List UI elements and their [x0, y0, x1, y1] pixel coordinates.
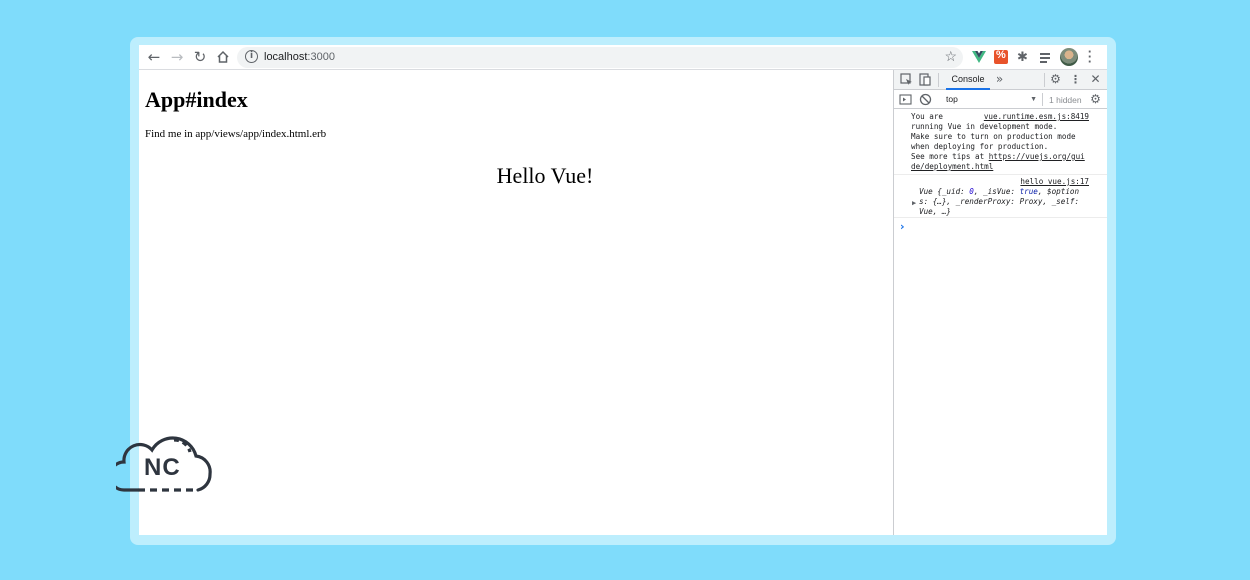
- back-icon[interactable]: ←: [146, 49, 162, 65]
- message-source-link[interactable]: vue.runtime.esm.js:8419: [984, 112, 1089, 122]
- clear-console-icon[interactable]: [919, 93, 932, 106]
- avatar[interactable]: [1060, 48, 1078, 66]
- address-bar[interactable]: i localhost:3000 ☆: [237, 47, 963, 68]
- separator: [938, 73, 939, 87]
- tab-console[interactable]: Console: [946, 70, 990, 90]
- context-selector[interactable]: top ▼: [938, 93, 1039, 106]
- message-source-link[interactable]: hello_vue.js:17: [1020, 177, 1089, 187]
- page-hint: Find me in app/views/app/index.html.erb: [145, 128, 327, 140]
- vue-devtools-icon[interactable]: [972, 50, 986, 64]
- devtools-tabbar: Console » ⚙ ⋮ ✕: [894, 70, 1107, 90]
- devtools-panel: Console » ⚙ ⋮ ✕ top ▼ 1 hidden ⚙ vue.run…: [893, 70, 1107, 535]
- url-text[interactable]: localhost:3000: [264, 51, 335, 63]
- hidden-count[interactable]: 1 hidden: [1049, 95, 1082, 105]
- console-prompt[interactable]: ›: [900, 220, 905, 233]
- chevron-down-icon: ▼: [1030, 96, 1037, 103]
- puzzle-icon[interactable]: ✱: [1017, 50, 1031, 64]
- browser-window: ← → ↻ i localhost:3000 ☆ ✱ ··· App#index…: [139, 45, 1107, 535]
- sidebar-toggle-icon[interactable]: [899, 93, 912, 106]
- extension-icon[interactable]: [994, 49, 1008, 64]
- nc-cloud-logo: NC: [108, 430, 214, 492]
- separator: [1042, 93, 1043, 106]
- console-settings-icon[interactable]: ⚙: [1089, 93, 1102, 106]
- forward-icon[interactable]: →: [169, 49, 185, 65]
- page-content: App#index Find me in app/views/app/index…: [139, 70, 893, 535]
- console-message: hello_vue.js:17 ▶ Vue {_uid: 0, _isVue: …: [894, 176, 1107, 218]
- docs-link-continued[interactable]: de/deployment.html: [911, 162, 993, 172]
- home-icon[interactable]: [215, 49, 231, 65]
- expand-triangle-icon[interactable]: ▶: [912, 198, 916, 208]
- logged-object[interactable]: Vue {_uid: 0, _isVue: true, $option: [919, 187, 1079, 197]
- reload-icon[interactable]: ↻: [192, 49, 208, 65]
- logo-text: NC: [144, 454, 181, 481]
- device-toolbar-icon[interactable]: [918, 73, 931, 86]
- reading-list-icon[interactable]: [1040, 50, 1054, 64]
- star-icon[interactable]: ☆: [944, 48, 957, 65]
- devtools-menu-icon[interactable]: ⋮: [1069, 73, 1082, 86]
- vue-message: Hello Vue!: [496, 163, 594, 188]
- docs-link[interactable]: https://vuejs.org/gui: [989, 152, 1085, 161]
- page-title: App#index: [145, 87, 248, 112]
- close-icon[interactable]: ✕: [1089, 73, 1102, 86]
- inspect-icon[interactable]: [900, 73, 913, 86]
- more-tabs-icon[interactable]: »: [993, 73, 1006, 86]
- menu-icon[interactable]: · · ·: [1085, 45, 1095, 68]
- browser-toolbar: ← → ↻ i localhost:3000 ☆ ✱ ···: [139, 45, 1107, 70]
- separator: [1044, 73, 1045, 87]
- info-icon[interactable]: i: [245, 50, 258, 63]
- console-message: vue.runtime.esm.js:8419 You are running …: [894, 111, 1107, 175]
- settings-icon[interactable]: ⚙: [1049, 73, 1062, 86]
- console-toolbar: top ▼ 1 hidden ⚙: [894, 90, 1107, 109]
- context-value: top: [946, 94, 958, 104]
